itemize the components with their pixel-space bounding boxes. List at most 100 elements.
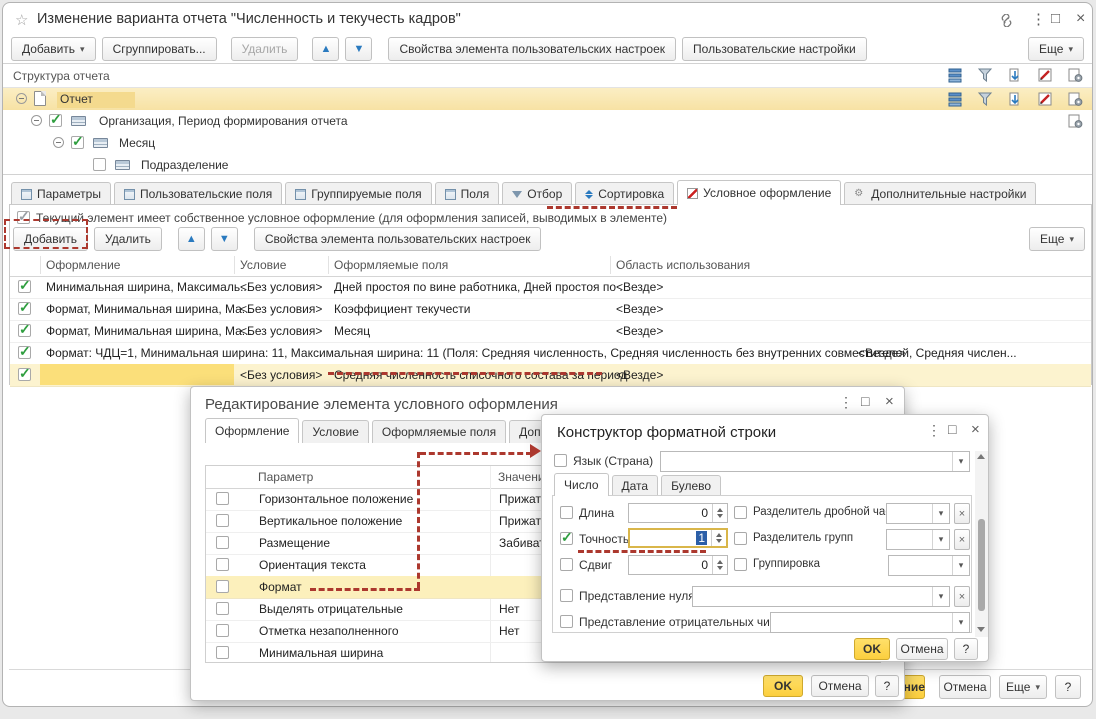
ok-button-edit-dialog[interactable]: OK: [763, 675, 803, 697]
row-checkbox[interactable]: [216, 558, 229, 571]
more-button-main[interactable]: Еще▾: [1028, 37, 1084, 61]
conditional-appearance-icon[interactable]: [1037, 91, 1054, 107]
sort-icon[interactable]: [1007, 67, 1024, 83]
col-parameter[interactable]: Параметр: [258, 470, 313, 484]
tab-groupable-fields[interactable]: Группируемые поля: [285, 182, 431, 205]
fraction-separator-combo[interactable]: ▾: [886, 503, 950, 524]
group-separator-checkbox[interactable]: [734, 532, 747, 545]
chevron-down-icon[interactable]: ▾: [952, 613, 969, 632]
close-icon[interactable]: ×: [1076, 11, 1085, 27]
negative-presentation-combo[interactable]: ▾: [770, 612, 970, 633]
tab-date[interactable]: Дата: [612, 475, 659, 496]
shift-input[interactable]: 0: [628, 555, 728, 575]
spinner-icons[interactable]: [712, 556, 727, 574]
move-down-button-main[interactable]: ▼: [345, 37, 372, 61]
maximize-icon[interactable]: □: [1051, 11, 1060, 26]
tree-row-grouping-3[interactable]: Подразделение: [3, 154, 1092, 176]
row-checkbox[interactable]: [216, 536, 229, 549]
tab-sorting[interactable]: Сортировка: [575, 182, 674, 205]
window-menu-icon[interactable]: ⋮: [839, 395, 853, 409]
table-row[interactable]: Формат: ЧДЦ=1, Минимальная ширина: 11, М…: [10, 342, 1091, 365]
tab-formatted-fields[interactable]: Оформляемые поля: [372, 420, 506, 443]
length-input[interactable]: 0: [628, 503, 728, 523]
row-checkbox[interactable]: [18, 324, 31, 337]
tree-row-grouping-2[interactable]: Месяц: [3, 132, 1092, 154]
row-checkbox[interactable]: [18, 368, 31, 381]
table-row[interactable]: Формат, Минимальная ширина, Ма... <Без у…: [10, 298, 1091, 321]
cancel-button-main[interactable]: Отмена: [939, 675, 991, 699]
scroll-down-icon[interactable]: [977, 627, 985, 632]
additional-settings-icon[interactable]: [1067, 91, 1084, 107]
ok-button-format-dialog[interactable]: OK: [854, 638, 890, 660]
tab-additional-settings[interactable]: ⚙Дополнительные настройки: [844, 182, 1036, 205]
maximize-icon[interactable]: □: [948, 422, 956, 436]
row-checkbox[interactable]: [18, 346, 31, 359]
groupable-fields-icon[interactable]: [947, 67, 964, 83]
shift-checkbox[interactable]: [560, 558, 573, 571]
fraction-separator-checkbox[interactable]: [734, 506, 747, 519]
tab-filter[interactable]: Отбор: [502, 182, 572, 205]
col-fields[interactable]: Оформляемые поля: [334, 258, 448, 272]
row-checkbox[interactable]: [93, 158, 106, 171]
additional-settings-icon[interactable]: [1067, 113, 1084, 129]
help-button-main[interactable]: ?: [1055, 675, 1081, 699]
row-checkbox[interactable]: [216, 492, 229, 505]
language-combo[interactable]: ▾: [660, 451, 970, 472]
help-button-format-dialog[interactable]: ?: [954, 638, 978, 660]
window-menu-icon[interactable]: ⋮: [927, 423, 941, 437]
tree-row-grouping-1[interactable]: Организация, Период формирования отчета: [3, 110, 1092, 132]
chevron-down-icon[interactable]: ▾: [932, 504, 949, 523]
clear-icon[interactable]: ×: [954, 529, 970, 550]
user-settings-item-props-button-conditional[interactable]: Свойства элемента пользовательских настр…: [254, 227, 542, 251]
chevron-down-icon[interactable]: ▾: [952, 556, 969, 575]
precision-checkbox[interactable]: [560, 532, 573, 545]
language-checkbox[interactable]: [554, 454, 567, 467]
groupable-fields-icon[interactable]: [947, 91, 964, 107]
conditional-appearance-icon[interactable]: [1037, 67, 1054, 83]
collapse-icon[interactable]: [16, 93, 27, 104]
tab-number[interactable]: Число: [554, 473, 609, 496]
table-row-selected[interactable]: <Без условия> Средняя численность списоч…: [10, 364, 1091, 387]
move-down-button-conditional[interactable]: ▼: [211, 227, 238, 251]
spinner-icons[interactable]: [711, 530, 726, 546]
collapse-icon[interactable]: [53, 137, 64, 148]
chevron-down-icon[interactable]: ▾: [932, 587, 949, 606]
col-condition[interactable]: Условие: [240, 258, 286, 272]
table-row[interactable]: Минимальная ширина, Максималь... <Без ус…: [10, 276, 1091, 299]
grouping-combo[interactable]: ▾: [888, 555, 970, 576]
sort-icon[interactable]: [1007, 91, 1024, 107]
delete-button-conditional[interactable]: Удалить: [94, 227, 162, 251]
user-settings-item-props-button-main[interactable]: Свойства элемента пользовательских настр…: [388, 37, 676, 61]
row-checkbox[interactable]: [216, 624, 229, 637]
own-conditional-appearance-checkbox[interactable]: [17, 211, 30, 224]
cancel-button-format-dialog[interactable]: Отмена: [896, 638, 948, 660]
col-scope[interactable]: Область использования: [616, 258, 750, 272]
row-checkbox[interactable]: [216, 646, 229, 659]
spinner-icons[interactable]: [712, 504, 727, 522]
row-checkbox[interactable]: [216, 514, 229, 527]
length-checkbox[interactable]: [560, 506, 573, 519]
scrollbar-thumb[interactable]: [978, 519, 985, 611]
move-up-button-main[interactable]: ▲: [312, 37, 339, 61]
table-row[interactable]: Формат, Минимальная ширина, Ма... <Без у…: [10, 320, 1091, 343]
cancel-button-edit-dialog[interactable]: Отмена: [811, 675, 869, 697]
row-checkbox[interactable]: [71, 136, 84, 149]
row-checkbox[interactable]: [216, 580, 229, 593]
add-button-conditional[interactable]: Добавить: [13, 227, 88, 251]
filter-icon[interactable]: [977, 67, 994, 83]
move-up-button-conditional[interactable]: ▲: [178, 227, 205, 251]
more-button-conditional[interactable]: Еще▾: [1029, 227, 1085, 251]
tab-condition[interactable]: Условие: [302, 420, 368, 443]
window-menu-icon[interactable]: ⋮: [1031, 12, 1046, 27]
tab-boolean[interactable]: Булево: [661, 475, 721, 496]
row-checkbox[interactable]: [18, 302, 31, 315]
favorite-star-icon[interactable]: ☆: [15, 11, 28, 29]
row-checkbox[interactable]: [18, 280, 31, 293]
close-icon[interactable]: ×: [885, 394, 894, 409]
tab-fields[interactable]: Поля: [435, 182, 500, 205]
row-checkbox[interactable]: [216, 602, 229, 615]
more-button-bottom[interactable]: Еще▾: [999, 675, 1047, 699]
help-button-edit-dialog[interactable]: ?: [875, 675, 899, 697]
tree-row-report[interactable]: Отчет: [3, 88, 1092, 110]
tab-appearance[interactable]: Оформление: [205, 418, 299, 443]
